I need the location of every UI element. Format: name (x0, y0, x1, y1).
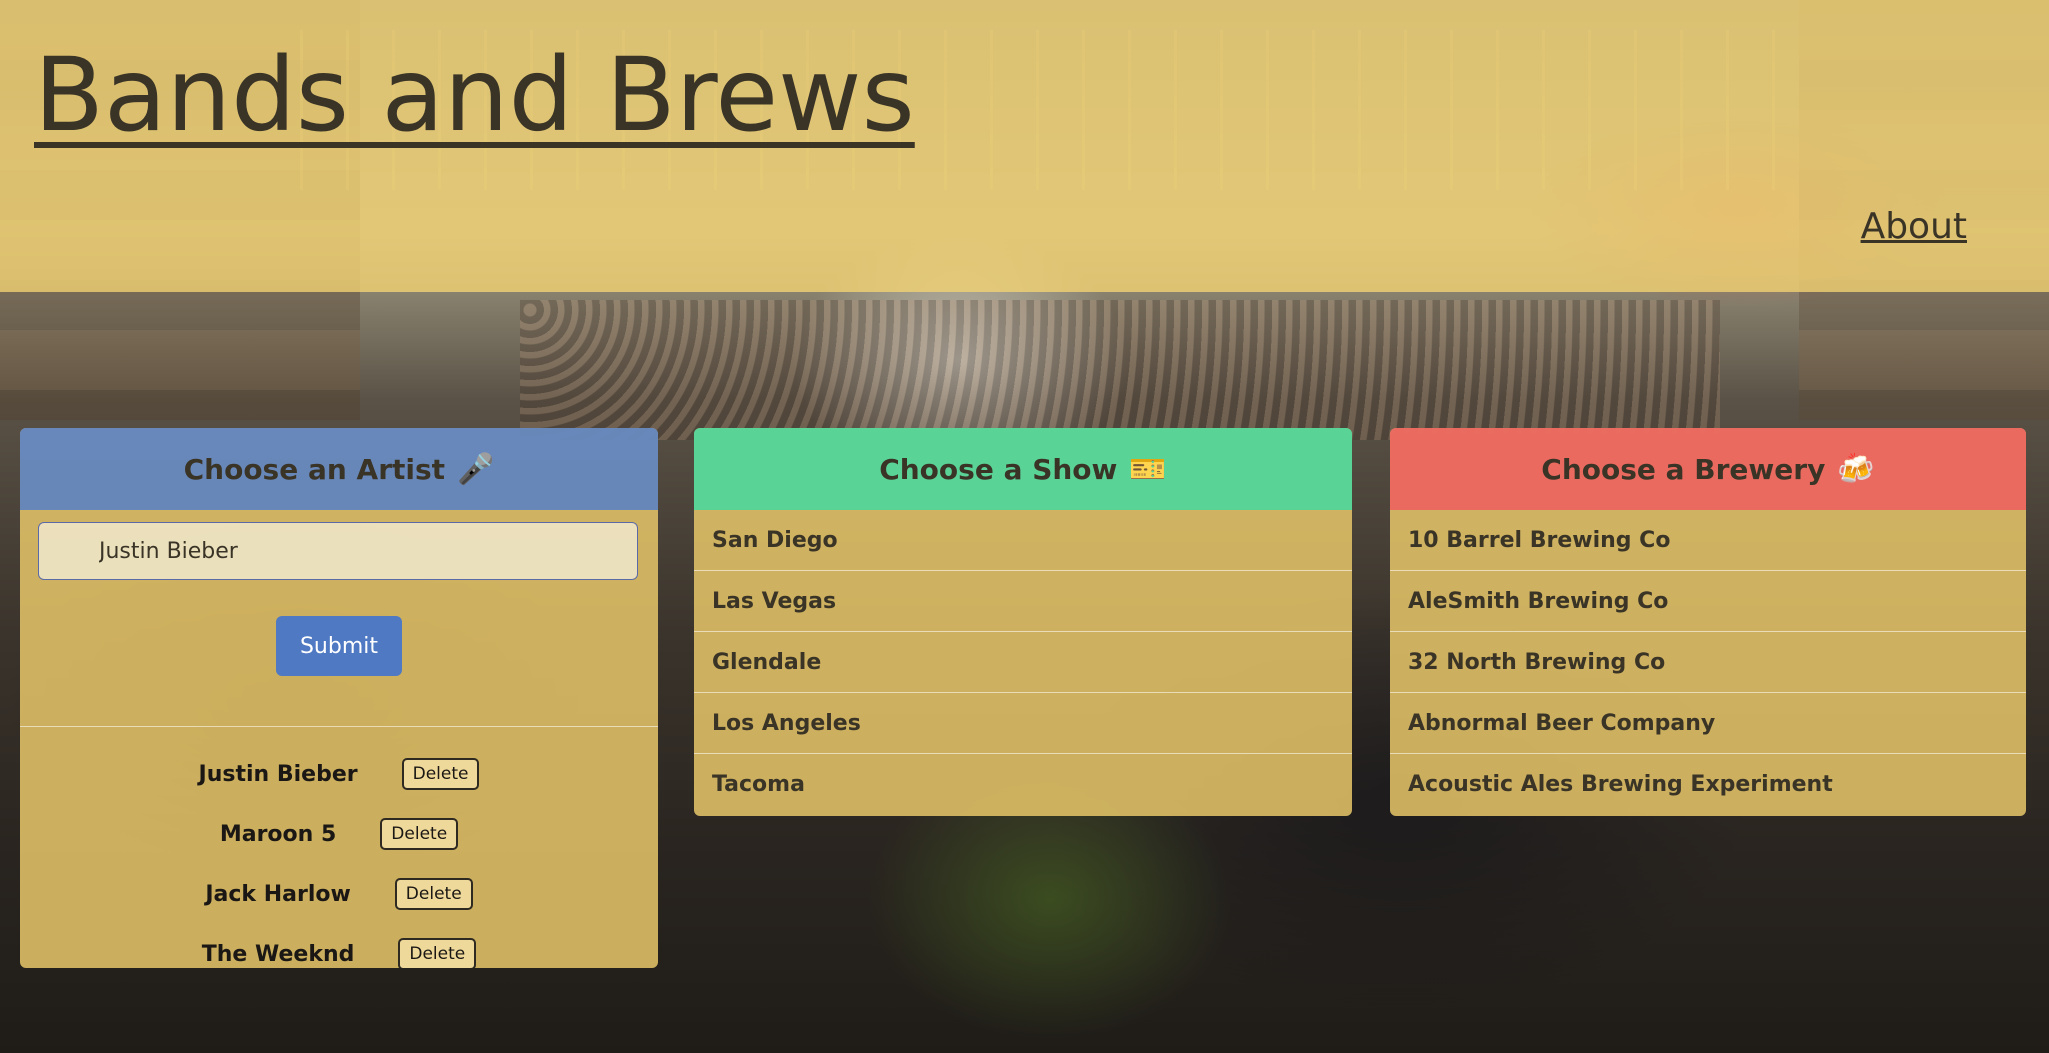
divider (20, 726, 658, 727)
delete-artist-button[interactable]: Delete (394, 878, 473, 910)
artist-name: The Weeknd (201, 941, 355, 967)
brewery-item[interactable]: 32 North Brewing Co (1390, 632, 2026, 693)
site-header: Bands and Brews About (0, 0, 2049, 292)
artist-panel: Choose an Artist 🎤 Submit Justin Bieber … (20, 428, 658, 968)
show-panel-title: Choose a Show (879, 452, 1118, 486)
show-panel: Choose a Show 🎫 San Diego Las Vegas Glen… (694, 428, 1352, 816)
delete-artist-button[interactable]: Delete (380, 818, 459, 850)
brewery-item[interactable]: 10 Barrel Brewing Co (1390, 510, 2026, 571)
crowd (520, 300, 1720, 440)
artist-panel-header: Choose an Artist 🎤 (20, 428, 658, 510)
brewery-item[interactable]: AleSmith Brewing Co (1390, 571, 2026, 632)
about-link[interactable]: About (1861, 206, 1967, 247)
show-item[interactable]: Glendale (694, 632, 1352, 693)
artist-name: Maroon 5 (219, 821, 337, 847)
artist-name: Jack Harlow (205, 881, 351, 907)
artist-search-input[interactable] (38, 522, 638, 580)
artist-row: Justin Bieber Delete (20, 744, 658, 804)
brewery-panel-header: Choose a Brewery 🍻 (1390, 428, 2026, 510)
ticket-icon: 🎫 (1129, 451, 1167, 487)
site-title-link[interactable]: Bands and Brews (34, 39, 915, 152)
show-item[interactable]: Los Angeles (694, 693, 1352, 754)
show-item[interactable]: Las Vegas (694, 571, 1352, 632)
artist-row: Jack Harlow Delete (20, 864, 658, 924)
artist-row: The Weeknd Delete (20, 924, 658, 968)
delete-artist-button[interactable]: Delete (398, 938, 477, 968)
brewery-item[interactable]: Abnormal Beer Company (1390, 693, 2026, 754)
artist-row: Maroon 5 Delete (20, 804, 658, 864)
microphone-icon: 🎤 (457, 451, 495, 487)
submit-button[interactable]: Submit (276, 616, 402, 676)
show-panel-header: Choose a Show 🎫 (694, 428, 1352, 510)
show-item[interactable]: San Diego (694, 510, 1352, 571)
show-item[interactable]: Tacoma (694, 754, 1352, 815)
beer-mugs-icon: 🍻 (1837, 451, 1875, 487)
brewery-panel-title: Choose a Brewery (1541, 452, 1826, 486)
artist-list: Justin Bieber Delete Maroon 5 Delete Jac… (20, 744, 658, 968)
artist-name: Justin Bieber (198, 761, 358, 787)
artist-panel-title: Choose an Artist (183, 452, 446, 486)
show-list: San Diego Las Vegas Glendale Los Angeles… (694, 510, 1352, 815)
brewery-item[interactable]: Acoustic Ales Brewing Experiment (1390, 754, 2026, 815)
brewery-list: 10 Barrel Brewing Co AleSmith Brewing Co… (1390, 510, 2026, 815)
brewery-panel: Choose a Brewery 🍻 10 Barrel Brewing Co … (1390, 428, 2026, 816)
delete-artist-button[interactable]: Delete (401, 758, 480, 790)
